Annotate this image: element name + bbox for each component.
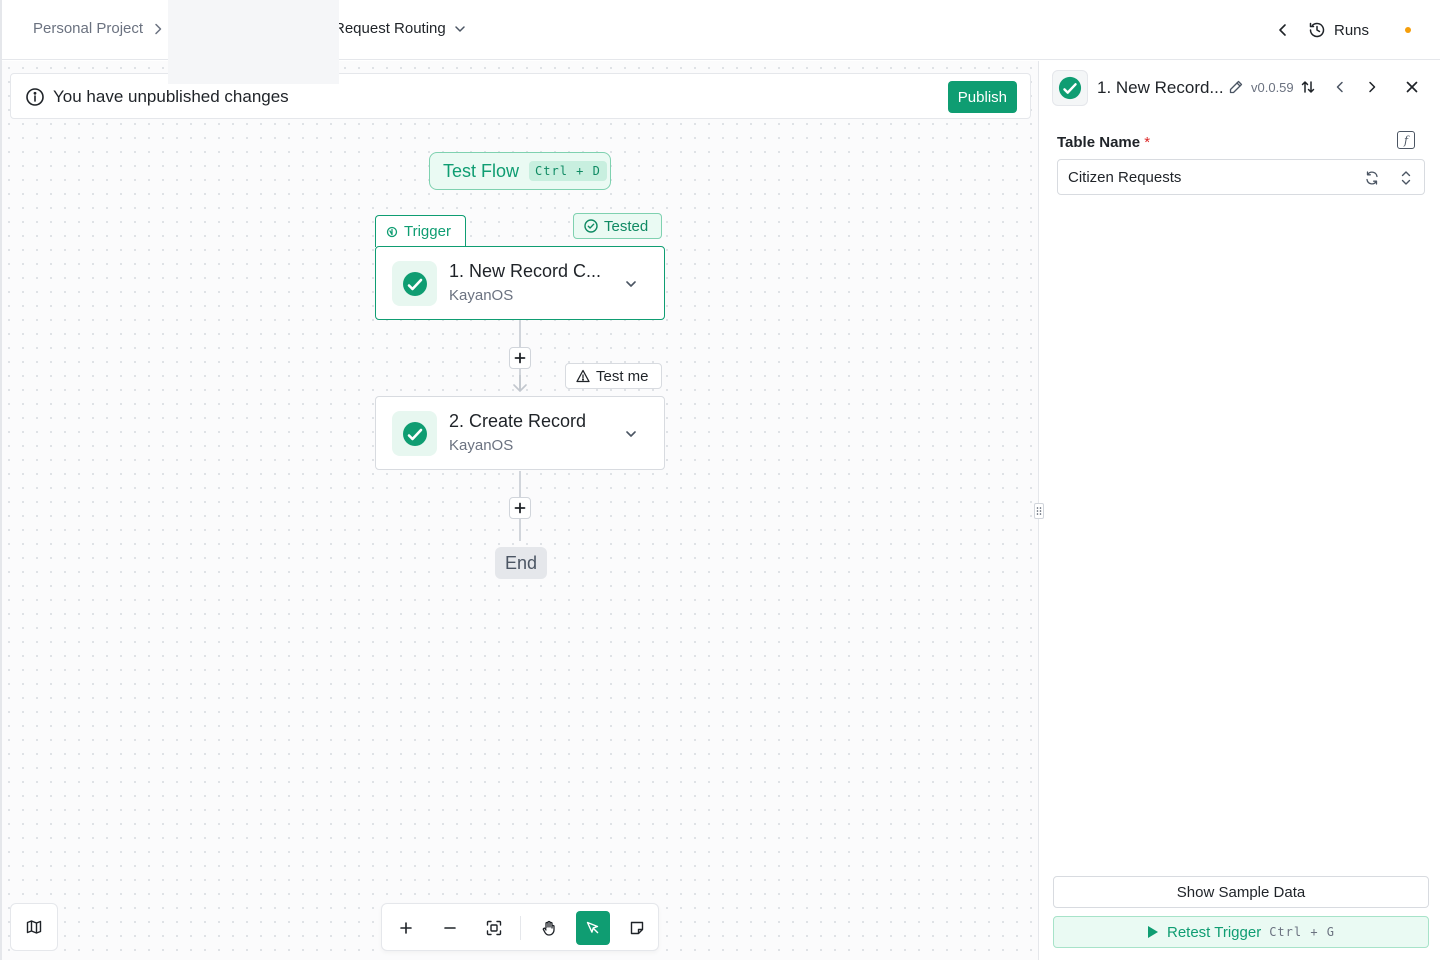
test-flow-button[interactable]: Test Flow Ctrl + D [429, 152, 611, 190]
history-icon [1309, 22, 1325, 38]
chevron-down-icon [455, 25, 465, 32]
add-step-button[interactable] [509, 347, 531, 369]
trigger-tab: Trigger [375, 215, 466, 247]
fit-view-icon [486, 920, 502, 936]
trigger-tab-label: Trigger [404, 223, 451, 240]
breadcrumb-project[interactable]: Personal Project [33, 20, 143, 37]
add-note-button[interactable] [620, 911, 654, 945]
trigger-step-app: KayanOS [449, 287, 514, 304]
table-name-select[interactable]: Citizen Requests [1057, 159, 1425, 195]
retest-shortcut: Ctrl + G [1269, 925, 1335, 939]
chevron-updown-icon [1401, 171, 1411, 185]
plus-icon [514, 502, 526, 514]
banner-message: You have unpublished changes [53, 87, 289, 106]
publish-button[interactable]: Publish [947, 81, 1017, 113]
zoom-in-button[interactable] [389, 911, 423, 945]
kayanos-logo-icon [392, 261, 437, 306]
chevron-right-icon [155, 23, 162, 35]
chevron-down-icon[interactable] [622, 425, 640, 443]
chevron-left-icon[interactable] [1332, 79, 1348, 95]
play-icon [1147, 926, 1158, 938]
tested-label: Tested [604, 217, 649, 235]
test-me-label: Test me [596, 367, 649, 385]
kayanos-logo-icon [392, 411, 437, 456]
close-icon[interactable] [1403, 78, 1421, 96]
panel-resize-handle[interactable] [1034, 503, 1044, 519]
refresh-icon[interactable] [1364, 170, 1380, 186]
table-name-label: Table Name * [1057, 134, 1150, 151]
chevron-down-icon[interactable] [622, 275, 640, 293]
retest-trigger-button[interactable]: Retest Trigger Ctrl + G [1053, 916, 1429, 948]
kayanos-logo-icon [1052, 70, 1088, 106]
runs-button[interactable]: Runs [1308, 18, 1369, 42]
trigger-step-title: 1. New Record C... [449, 261, 602, 281]
pencil-icon[interactable] [1228, 79, 1244, 95]
pan-mode-button[interactable] [532, 911, 566, 945]
breadcrumb-folder-placeholder [168, 0, 339, 84]
hand-icon [542, 920, 555, 936]
pointer-icon [586, 921, 599, 934]
status-dot [1405, 27, 1411, 33]
unpublished-banner: You have unpublished changes Publish [10, 73, 1031, 119]
flow-canvas[interactable]: You have unpublished changes Publish Tes… [2, 61, 1038, 960]
tested-badge: Tested [573, 213, 662, 239]
canvas-toolbar [381, 903, 659, 951]
required-mark: * [1144, 134, 1151, 151]
toolbar-divider [520, 916, 521, 940]
add-step-button[interactable] [509, 497, 531, 519]
retest-trigger-label: Retest Trigger [1166, 923, 1262, 941]
trigger-icon [386, 226, 398, 237]
test-me-badge[interactable]: Test me [565, 363, 662, 389]
runs-label: Runs [1334, 21, 1370, 39]
swap-icon[interactable] [1300, 79, 1316, 95]
chevron-left-icon[interactable] [1274, 21, 1292, 39]
zoom-out-icon [444, 927, 456, 929]
map-icon [26, 920, 42, 934]
table-name-label-text: Table Name [1057, 134, 1141, 151]
action-step-title: 2. Create Record [449, 411, 587, 431]
warning-icon [576, 369, 590, 383]
piece-version: v0.0.59 [1251, 80, 1294, 95]
table-name-value: Citizen Requests [1068, 169, 1182, 186]
check-circle-icon [584, 219, 598, 233]
show-sample-data-button[interactable]: Show Sample Data [1053, 876, 1429, 908]
create-record-step-card[interactable]: 2. Create Record KayanOS [375, 396, 665, 470]
flow-name-dropdown[interactable]: Request Routing [334, 20, 468, 37]
minimap-toggle-button[interactable] [10, 903, 58, 951]
top-header: Personal Project Request Routing Runs [0, 0, 1440, 960]
arrow-down-icon [513, 375, 527, 392]
plus-icon [514, 352, 526, 364]
step-settings-panel: 1. New Record... v0.0.59 Table Name * f … [1038, 61, 1440, 960]
test-flow-shortcut: Ctrl + D [529, 161, 607, 181]
note-icon [630, 921, 644, 935]
formula-toggle-icon[interactable]: f [1397, 131, 1415, 149]
action-step-app: KayanOS [449, 437, 514, 454]
flow-name: Request Routing [334, 20, 446, 37]
end-node: End [495, 547, 547, 579]
chevron-right-icon[interactable] [1364, 79, 1380, 95]
panel-step-title: 1. New Record... [1097, 78, 1224, 97]
zoom-in-icon [400, 922, 412, 934]
info-icon [26, 88, 44, 106]
trigger-step-card[interactable]: 1. New Record C... KayanOS [375, 246, 665, 320]
test-flow-label: Test Flow [443, 160, 520, 181]
grip-icon [1036, 507, 1042, 515]
zoom-out-button[interactable] [433, 911, 467, 945]
select-mode-button[interactable] [576, 911, 610, 945]
fit-view-button[interactable] [477, 911, 511, 945]
